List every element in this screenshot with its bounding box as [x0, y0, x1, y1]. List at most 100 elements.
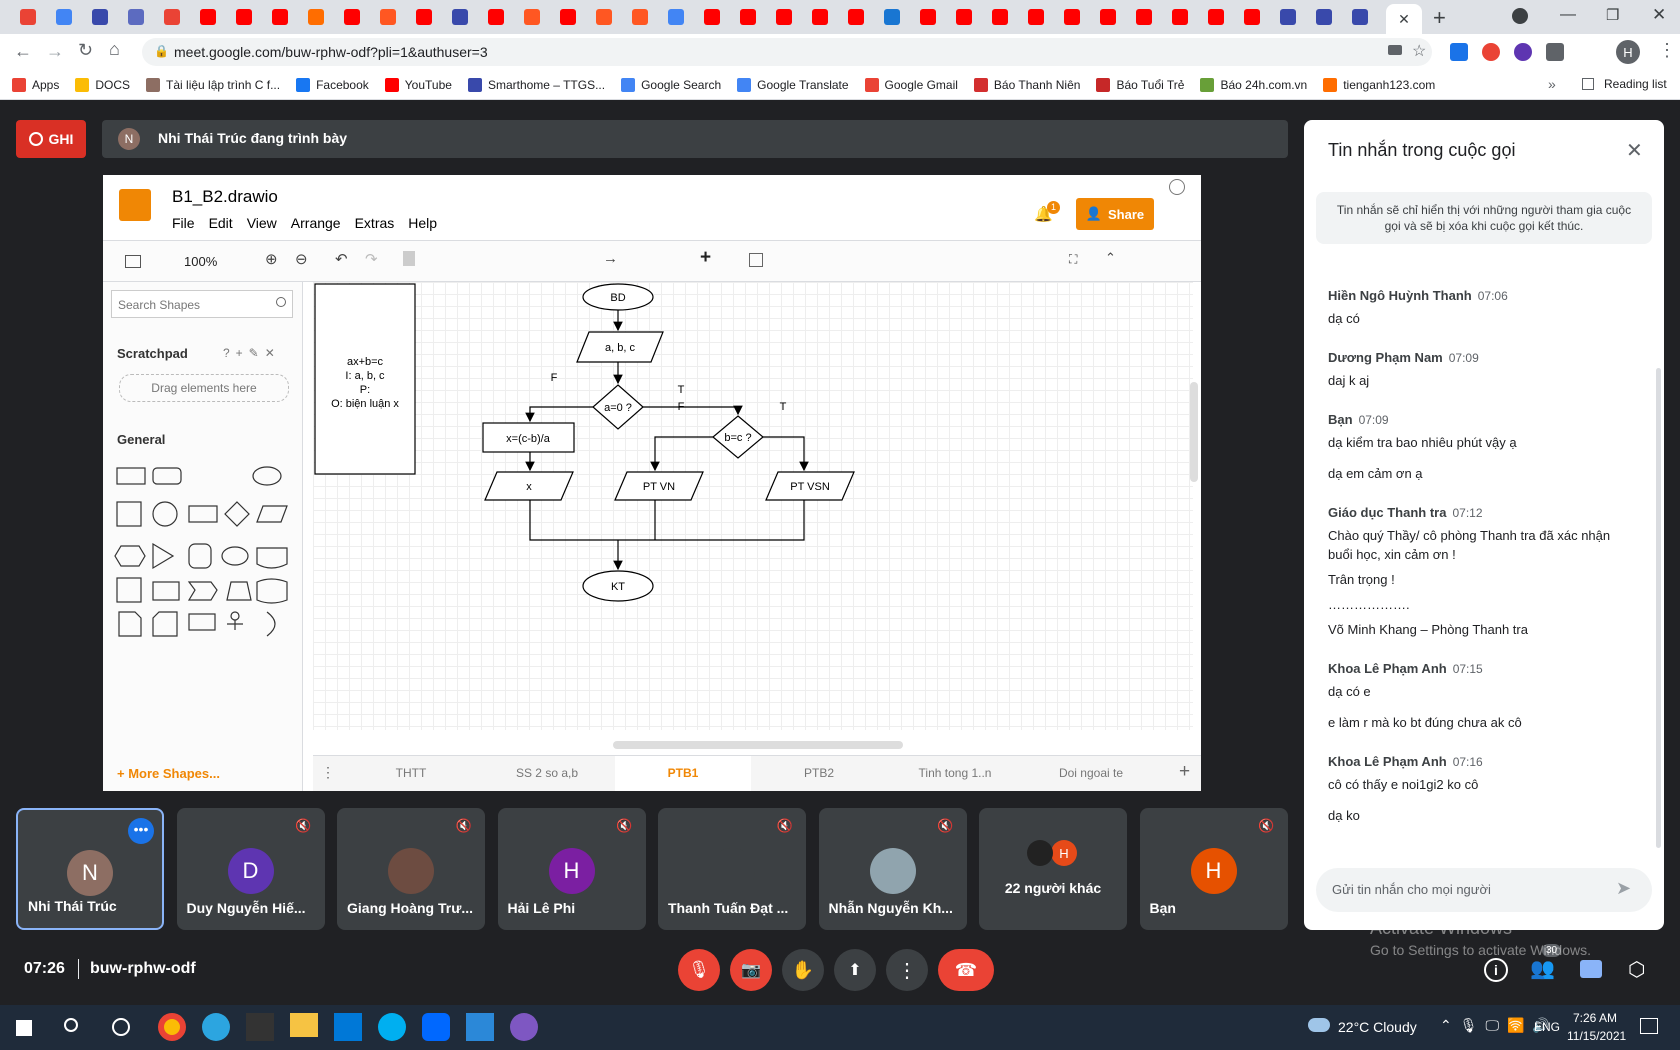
clock-time[interactable]: 7:26 AM: [1573, 1011, 1617, 1025]
drawio-menu-item[interactable]: Edit: [209, 215, 233, 231]
browser-tab[interactable]: [916, 6, 940, 28]
browser-tab[interactable]: [448, 6, 472, 28]
browser-tab[interactable]: [88, 6, 112, 28]
weather[interactable]: 22°C Cloudy: [1338, 1019, 1417, 1035]
camera-off-button[interactable]: 📷: [730, 949, 772, 991]
browser-tab[interactable]: [1240, 6, 1264, 28]
close-chat-icon[interactable]: ✕: [1626, 138, 1643, 163]
format-panel-icon[interactable]: [125, 255, 141, 268]
vertical-scrollbar[interactable]: [1190, 382, 1198, 482]
browser-tab[interactable]: [880, 6, 904, 28]
page-tab[interactable]: Doi ngoai te: [1023, 756, 1159, 791]
browser-tab[interactable]: [484, 6, 508, 28]
bookmark-item[interactable]: Apps: [12, 77, 59, 92]
browser-tab[interactable]: [16, 6, 40, 28]
explorer-icon[interactable]: [290, 1013, 318, 1037]
more-shapes-link[interactable]: + More Shapes...: [117, 766, 220, 781]
camera-icon[interactable]: [1388, 45, 1402, 55]
browser-tab[interactable]: [376, 6, 400, 28]
browser-tab[interactable]: [1168, 6, 1192, 28]
bookmark-item[interactable]: Google Search: [621, 77, 721, 92]
record-indicator[interactable]: GHI: [16, 120, 86, 158]
skype-icon[interactable]: [378, 1013, 406, 1041]
menu-kebab-icon[interactable]: ⋮: [1658, 40, 1676, 61]
store-icon[interactable]: [334, 1013, 362, 1041]
participant-tile[interactable]: N Nhi Thái Trúc •••: [16, 808, 164, 930]
general-shapes-grid[interactable]: [111, 464, 291, 724]
tab-search-icon[interactable]: [1512, 8, 1528, 24]
extension-icon[interactable]: [1450, 43, 1468, 61]
bookmark-item[interactable]: Tài liệu lập trình C f...: [146, 77, 280, 92]
puzzle-icon[interactable]: [1546, 43, 1564, 61]
new-tab-button[interactable]: +: [1433, 5, 1446, 31]
participant-tile[interactable]: Nhẫn Nguyễn Kh... 🔇: [818, 808, 967, 930]
zoom-in-icon[interactable]: ⊕: [265, 250, 278, 268]
general-heading[interactable]: General: [117, 432, 165, 447]
profile-avatar[interactable]: H: [1616, 40, 1640, 64]
start-icon[interactable]: [16, 1020, 32, 1036]
collapse-icon[interactable]: ⌃: [1105, 250, 1116, 266]
browser-tab[interactable]: [1312, 6, 1336, 28]
waypoint-icon[interactable]: →: [603, 250, 618, 267]
browser-tab[interactable]: [520, 6, 544, 28]
zalo-icon[interactable]: [422, 1013, 450, 1041]
participant-tile[interactable]: Thanh Tuấn Đạt ... 🔇: [658, 808, 806, 930]
browser-tab[interactable]: [304, 6, 328, 28]
star-icon[interactable]: ☆: [1412, 41, 1426, 61]
scratchpad-dropzone[interactable]: Drag elements here: [119, 374, 289, 402]
drawio-menu-item[interactable]: File: [172, 215, 195, 231]
browser-tab[interactable]: [988, 6, 1012, 28]
pages-menu-icon[interactable]: ⋮: [321, 764, 335, 781]
people-icon[interactable]: 👥: [1530, 956, 1555, 981]
browser-tab[interactable]: [772, 6, 796, 28]
participant-tile[interactable]: H Bạn 🔇: [1139, 808, 1288, 930]
participant-tile[interactable]: H 22 người khác: [979, 808, 1127, 930]
present-button[interactable]: ⬆: [834, 949, 876, 991]
bookmark-item[interactable]: Facebook: [296, 77, 369, 92]
browser-tab[interactable]: [1348, 6, 1372, 28]
browser-tab[interactable]: [592, 6, 616, 28]
send-icon[interactable]: ➤: [1616, 878, 1631, 899]
raise-hand-button[interactable]: ✋: [782, 949, 824, 991]
browser-tab[interactable]: [1096, 6, 1120, 28]
browser-tab[interactable]: [628, 6, 652, 28]
extension-icon[interactable]: [1514, 43, 1532, 61]
drawio-menu-item[interactable]: Extras: [355, 215, 395, 231]
cortana-icon[interactable]: [112, 1018, 130, 1036]
browser-tab[interactable]: [1132, 6, 1156, 28]
back-icon[interactable]: ←: [14, 41, 32, 62]
horizontal-scrollbar[interactable]: [613, 741, 903, 749]
drawio-filename[interactable]: B1_B2.drawio: [172, 187, 278, 207]
page-tab[interactable]: PTB2: [751, 756, 887, 791]
chat-input[interactable]: Gửi tin nhắn cho mọi người ➤: [1316, 868, 1652, 912]
browser-tab[interactable]: [412, 6, 436, 28]
language[interactable]: ENG: [1534, 1020, 1560, 1034]
browser-tab[interactable]: [268, 6, 292, 28]
minimize-icon[interactable]: —: [1560, 6, 1576, 24]
mic-off-button[interactable]: 🎙: [678, 949, 720, 991]
leave-call-button[interactable]: ☎: [938, 949, 994, 991]
forward-icon[interactable]: →: [46, 41, 64, 62]
table-icon[interactable]: [749, 253, 763, 267]
scratchpad-heading[interactable]: Scratchpad: [117, 346, 188, 361]
bookmarks-overflow-icon[interactable]: »: [1548, 76, 1556, 92]
bookmark-item[interactable]: DOCS: [75, 77, 130, 92]
telegram-icon[interactable]: [202, 1013, 230, 1041]
home-icon[interactable]: ⌂: [109, 39, 120, 60]
photos-icon[interactable]: [466, 1013, 494, 1041]
browser-tab[interactable]: [1024, 6, 1048, 28]
info-icon[interactable]: i: [1484, 958, 1508, 982]
browser-tab[interactable]: [52, 6, 76, 28]
activities-icon[interactable]: ⬡: [1628, 957, 1645, 982]
search-shapes-input[interactable]: Search Shapes: [111, 290, 293, 318]
delete-icon[interactable]: [403, 251, 415, 266]
drawio-menu-item[interactable]: Arrange: [291, 215, 341, 231]
globe-icon[interactable]: [1169, 179, 1185, 195]
drawio-menu-item[interactable]: View: [247, 215, 277, 231]
page-tab[interactable]: SS 2 so a,b: [479, 756, 615, 791]
chrome-icon[interactable]: [158, 1013, 186, 1041]
browser-tab[interactable]: [1276, 6, 1300, 28]
scratchpad-tools[interactable]: ?+✎✕: [223, 346, 281, 360]
drawio-menu-item[interactable]: Help: [408, 215, 437, 231]
browser-tab[interactable]: [196, 6, 220, 28]
